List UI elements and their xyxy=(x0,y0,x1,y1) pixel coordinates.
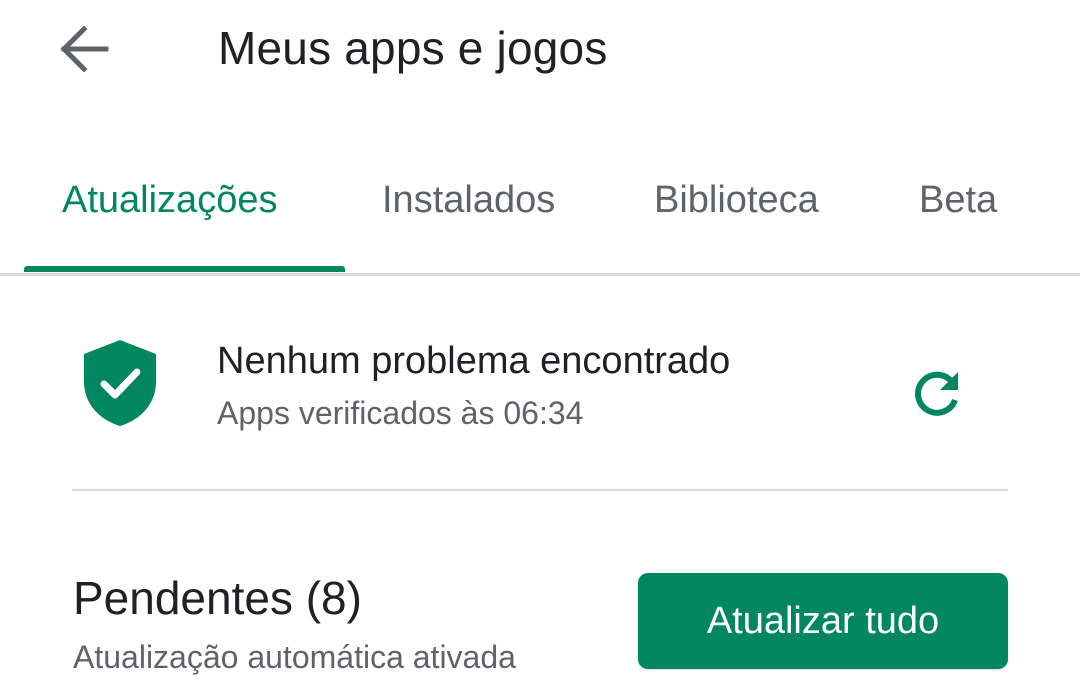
pending-updates-title: Pendentes (8) xyxy=(73,572,362,624)
play-protect-status[interactable]: Nenhum problema encontrado Apps verifica… xyxy=(0,320,1080,450)
tab-atualizacoes[interactable]: Atualizações xyxy=(62,176,277,224)
back-button[interactable] xyxy=(52,22,116,76)
tab-instalados[interactable]: Instalados xyxy=(382,176,555,224)
shield-check-icon xyxy=(84,340,156,426)
tab-bar: Atualizações Instalados Biblioteca Beta xyxy=(0,150,1080,276)
section-divider xyxy=(72,489,1008,491)
app-bar: Meus apps e jogos xyxy=(0,0,1080,100)
tab-beta[interactable]: Beta xyxy=(919,176,997,224)
tabs-divider xyxy=(0,273,1080,276)
protect-last-scan: Apps verificados às 06:34 xyxy=(217,395,584,431)
active-tab-indicator xyxy=(24,266,345,272)
arrow-back-icon xyxy=(60,26,109,72)
tab-biblioteca[interactable]: Biblioteca xyxy=(654,176,819,224)
update-all-button[interactable]: Atualizar tudo xyxy=(638,573,1008,669)
page-title: Meus apps e jogos xyxy=(218,22,608,74)
my-apps-screen: Meus apps e jogos Atualizações Instalado… xyxy=(0,0,1080,686)
protect-status-title: Nenhum problema encontrado xyxy=(217,340,731,382)
auto-update-status: Atualização automática ativada xyxy=(73,639,516,675)
refresh-icon xyxy=(915,371,958,416)
refresh-button[interactable] xyxy=(898,356,974,432)
